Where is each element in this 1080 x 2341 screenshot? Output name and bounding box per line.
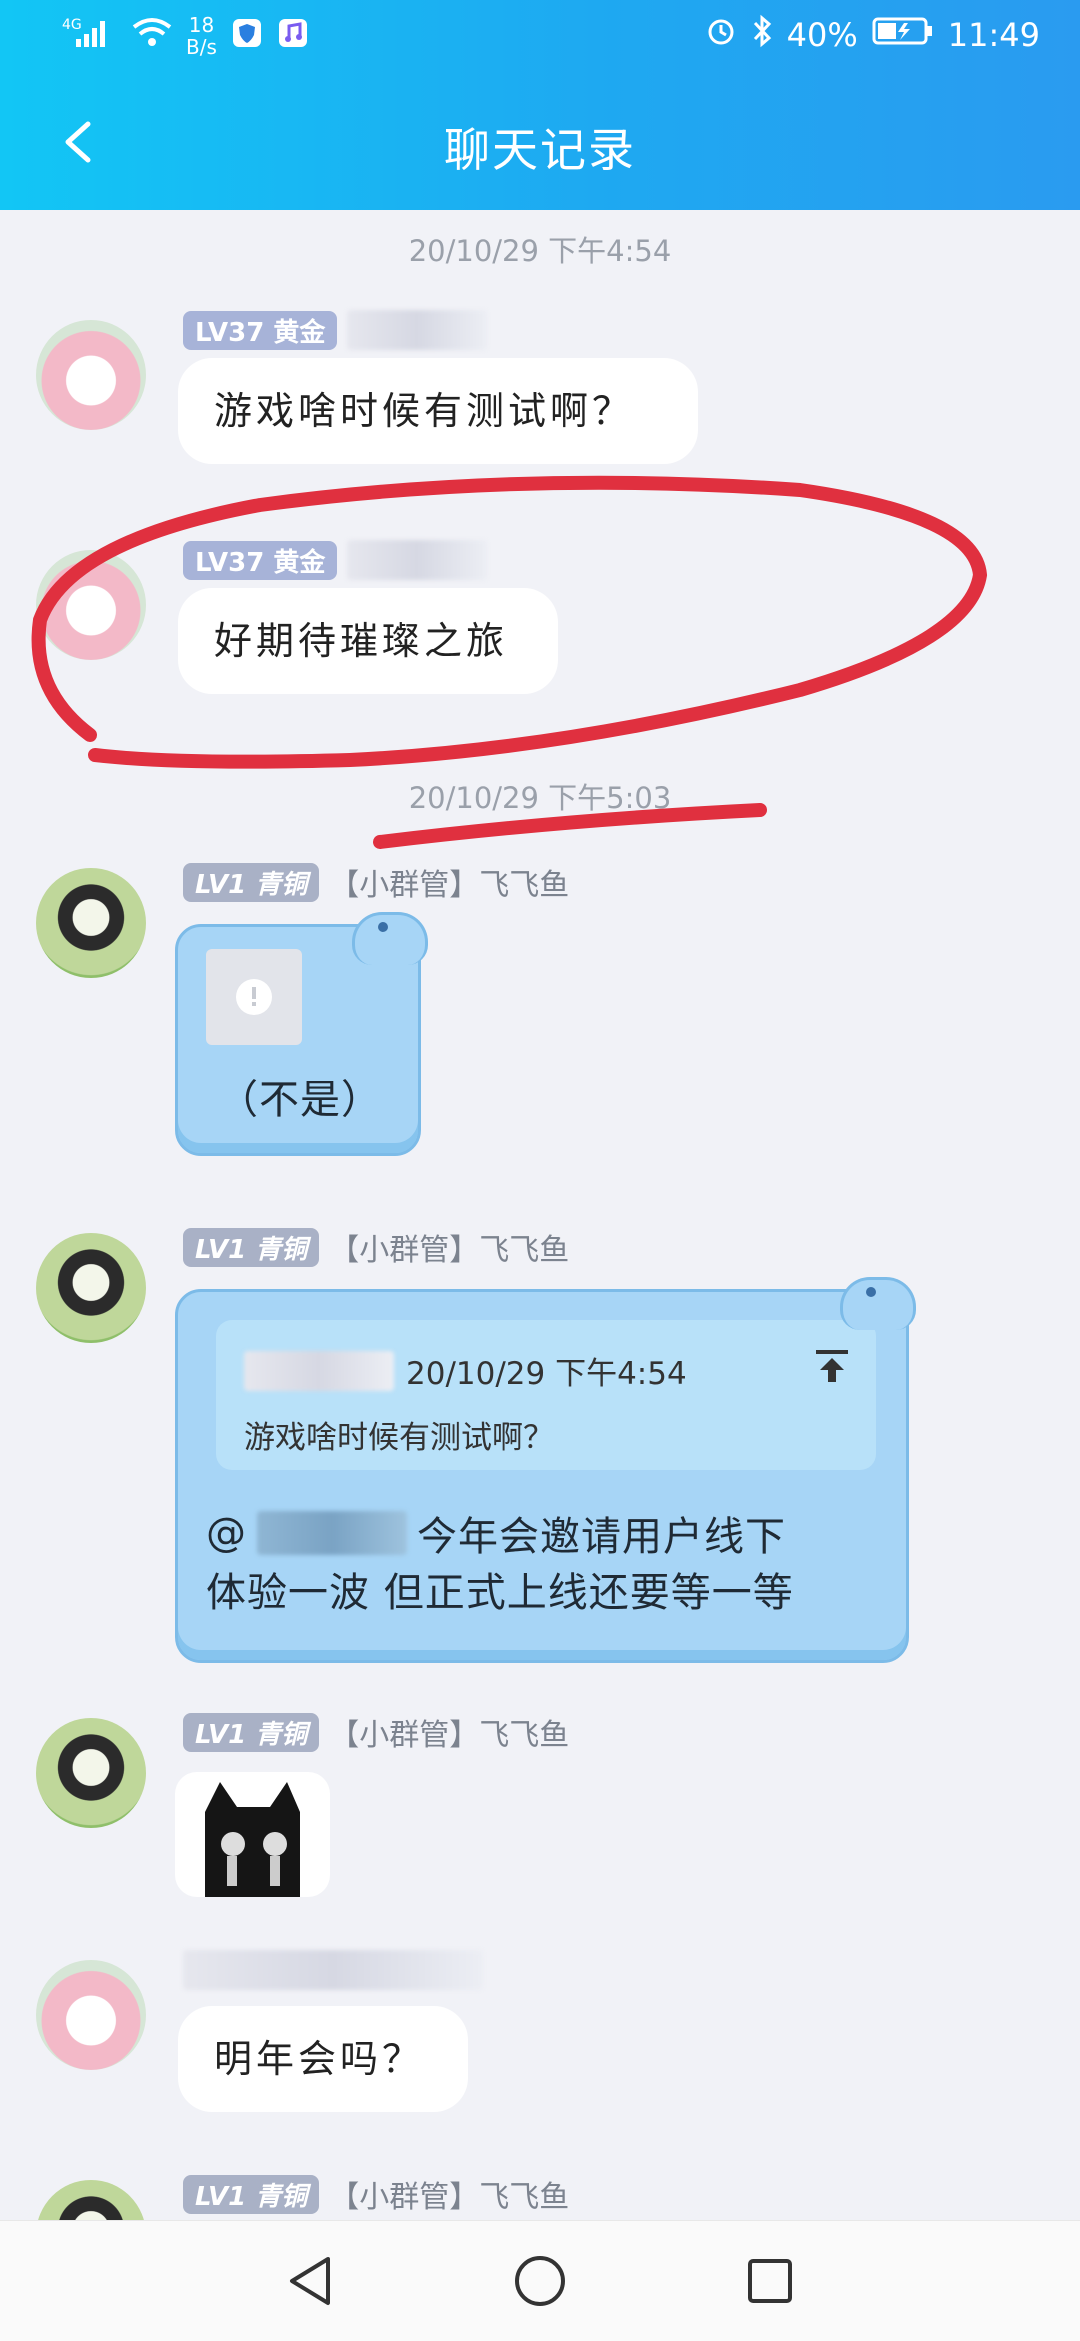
avatar[interactable] — [36, 1718, 146, 1828]
warning-icon — [236, 979, 272, 1015]
network-speed: 18 B/s — [186, 13, 217, 59]
svg-text:4G: 4G — [62, 17, 82, 33]
avatar[interactable] — [36, 550, 146, 660]
avatar[interactable] — [36, 868, 146, 978]
avatar[interactable] — [36, 320, 146, 430]
nav-back-button[interactable] — [280, 2251, 340, 2311]
chat-history[interactable]: 20/10/29 下午4:54 LV37 黄金 游戏啥时候有测试啊？ LV37 … — [0, 210, 1080, 2220]
blurred-username — [244, 1350, 394, 1391]
level-badge: LV1 青铜 — [183, 1227, 320, 1267]
avatar[interactable] — [36, 2180, 146, 2220]
sender-name: 【小群管】飞飞鱼 — [329, 1233, 570, 1268]
system-nav-bar — [0, 2220, 1080, 2341]
bubble-decoration — [840, 1277, 916, 1330]
level-badge: LV37 黄金 — [183, 310, 338, 350]
triangle-back-icon — [290, 2257, 330, 2305]
avatar[interactable] — [36, 1960, 146, 2070]
mention-symbol: @ — [206, 1510, 247, 1556]
bubble-decoration — [352, 912, 428, 965]
square-recents-icon — [748, 2259, 792, 2303]
upload-icon[interactable] — [812, 1346, 852, 1386]
nav-recents-button[interactable] — [740, 2251, 800, 2311]
sender-name: 【小群管】飞飞鱼 — [329, 2180, 570, 2215]
message-bubble[interactable]: 20/10/29 下午4:54 游戏啥时候有测试啊？ @ 今年会邀请用户线下 体… — [175, 1289, 909, 1663]
battery-percent: 40% — [786, 16, 858, 54]
sender-name: 【小群管】飞飞鱼 — [329, 868, 570, 903]
level-badge: LV1 青铜 — [183, 2174, 320, 2214]
circle-home-icon — [515, 2256, 565, 2306]
status-bar: 4G 18 B/s 40% 11:49 — [0, 0, 1080, 70]
wifi-icon — [132, 17, 172, 56]
shield-icon — [231, 17, 263, 56]
sender-name: 【小群管】飞飞鱼 — [329, 1718, 570, 1753]
blurred-username — [347, 310, 488, 350]
quote-text: 游戏啥时候有测试啊？ — [244, 1420, 554, 1456]
message-bubble[interactable]: 好期待璀璨之旅 — [178, 588, 558, 694]
bubble-decoration-eye — [866, 1287, 876, 1297]
bluetooth-icon — [751, 14, 773, 56]
nav-home-button[interactable] — [510, 2251, 570, 2311]
music-icon — [277, 17, 309, 56]
alarm-icon — [705, 15, 737, 55]
bubble-decoration-eye — [378, 922, 388, 932]
quoted-message[interactable]: 20/10/29 下午4:54 游戏啥时候有测试啊？ — [216, 1320, 876, 1470]
message-bubble[interactable]: 游戏啥时候有测试啊？ — [178, 358, 698, 464]
level-badge: LV37 黄金 — [183, 540, 338, 580]
clock: 11:49 — [947, 16, 1040, 54]
level-badge: LV1 青铜 — [183, 862, 320, 902]
page-title: 聊天记录 — [444, 123, 636, 177]
timestamp: 20/10/29 下午5:03 — [408, 781, 672, 815]
blurred-mention — [257, 1511, 407, 1555]
app-header: 4G 18 B/s 40% 11:49 聊天记录 — [0, 0, 1080, 210]
quote-time: 20/10/29 下午4:54 — [406, 1356, 687, 1392]
message-bubble[interactable]: 明年会吗？ — [178, 2006, 468, 2112]
avatar[interactable] — [36, 1233, 146, 1343]
level-badge: LV1 青铜 — [183, 1712, 320, 1752]
image-placeholder[interactable] — [206, 949, 302, 1045]
timestamp: 20/10/29 下午4:54 — [408, 234, 672, 268]
battery-icon — [872, 15, 934, 55]
sticker-image[interactable] — [175, 1772, 330, 1897]
blurred-username — [183, 1950, 483, 1990]
signal-icon: 4G — [62, 15, 118, 58]
blurred-username — [347, 540, 488, 580]
